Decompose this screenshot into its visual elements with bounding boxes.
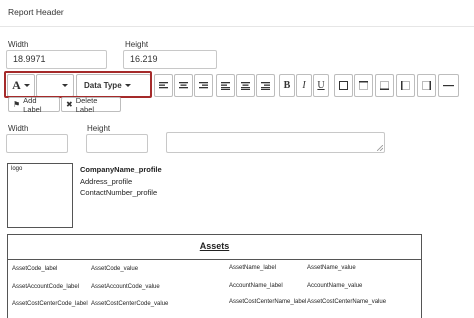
- align-bottom-left-button[interactable]: [216, 74, 235, 97]
- header-divider: [0, 26, 474, 27]
- height-label: Height: [125, 40, 149, 49]
- border-right-button[interactable]: [417, 74, 436, 97]
- border-all-icon: [339, 81, 348, 90]
- bold-button[interactable]: B: [279, 74, 295, 97]
- asset-field-value[interactable]: AssetCostCenterName_value: [307, 299, 386, 305]
- assets-title: Assets: [199, 241, 230, 251]
- asset-field-label[interactable]: AssetCostCenterCode_label: [12, 301, 88, 307]
- align-center-icon: [179, 82, 188, 89]
- border-all-button[interactable]: [334, 74, 353, 97]
- assets-section: Assets AssetCode_label AssetCode_value A…: [7, 234, 422, 318]
- asset-field-value[interactable]: AssetAccountCode_value: [91, 284, 160, 290]
- company-name[interactable]: CompanyName_profile: [80, 165, 162, 174]
- width-input[interactable]: 18.9971: [6, 50, 107, 69]
- asset-field-label[interactable]: AccountName_label: [229, 283, 283, 289]
- assets-divider: [8, 259, 421, 260]
- toolbar-highlight-box: [4, 71, 152, 98]
- italic-button[interactable]: I: [296, 74, 312, 97]
- align-bottom-right-button[interactable]: [256, 74, 275, 97]
- element-text-area[interactable]: [166, 132, 385, 153]
- border-left-button[interactable]: [396, 74, 415, 97]
- border-left-icon: [401, 81, 410, 90]
- delete-label-text: Delete Label: [75, 95, 98, 114]
- asset-field-label[interactable]: AssetAccountCode_label: [12, 284, 79, 290]
- border-top-button[interactable]: [354, 74, 373, 97]
- element-height-label: Height: [87, 124, 111, 133]
- logo-box[interactable]: logo: [7, 163, 73, 228]
- company-address[interactable]: Address_profile: [80, 177, 132, 186]
- height-input[interactable]: 16.219: [123, 50, 217, 69]
- resize-handle-icon: [377, 145, 383, 151]
- align-top-center-button[interactable]: [174, 74, 193, 97]
- asset-field-label[interactable]: AssetCode_label: [12, 266, 57, 272]
- horizontal-line-icon: [443, 85, 454, 87]
- logo-placeholder: logo: [11, 166, 23, 172]
- close-icon: ✖: [66, 100, 73, 109]
- horizontal-line-button[interactable]: [438, 74, 459, 97]
- align-top-right-button[interactable]: [194, 74, 213, 97]
- asset-field-label[interactable]: AssetName_label: [229, 265, 276, 271]
- border-top-icon: [359, 81, 368, 90]
- element-width-input[interactable]: [6, 134, 68, 153]
- border-bottom-icon: [380, 81, 389, 90]
- asset-field-value[interactable]: AssetCostCenterCode_value: [91, 301, 168, 307]
- asset-field-value[interactable]: AssetName_value: [307, 265, 356, 271]
- asset-field-value[interactable]: AccountName_value: [307, 283, 362, 289]
- add-label-button[interactable]: ⚑ Add Label: [8, 95, 60, 114]
- align-left-icon: [159, 82, 168, 89]
- add-label-text: Add Label: [23, 95, 42, 114]
- border-bottom-button[interactable]: [375, 74, 394, 97]
- element-width-label: Width: [8, 124, 29, 133]
- border-right-icon: [422, 81, 431, 90]
- width-label: Width: [8, 40, 29, 49]
- asset-field-label[interactable]: AssetCostCenterName_label: [229, 299, 306, 305]
- element-height-input[interactable]: [86, 134, 148, 153]
- align-right-icon: [199, 82, 208, 89]
- asset-field-value[interactable]: AssetCode_value: [91, 266, 138, 272]
- align-left-icon: [221, 82, 230, 90]
- align-top-left-button[interactable]: [154, 74, 173, 97]
- align-bottom-center-button[interactable]: [236, 74, 255, 97]
- align-center-icon: [241, 82, 250, 90]
- delete-label-button[interactable]: ✖ Delete Label: [61, 95, 121, 114]
- flag-icon: ⚑: [13, 100, 21, 109]
- panel-title: Report Header: [8, 7, 64, 17]
- underline-button[interactable]: U: [313, 74, 329, 97]
- company-contact[interactable]: ContactNumber_profile: [80, 188, 157, 197]
- align-right-icon: [261, 82, 270, 90]
